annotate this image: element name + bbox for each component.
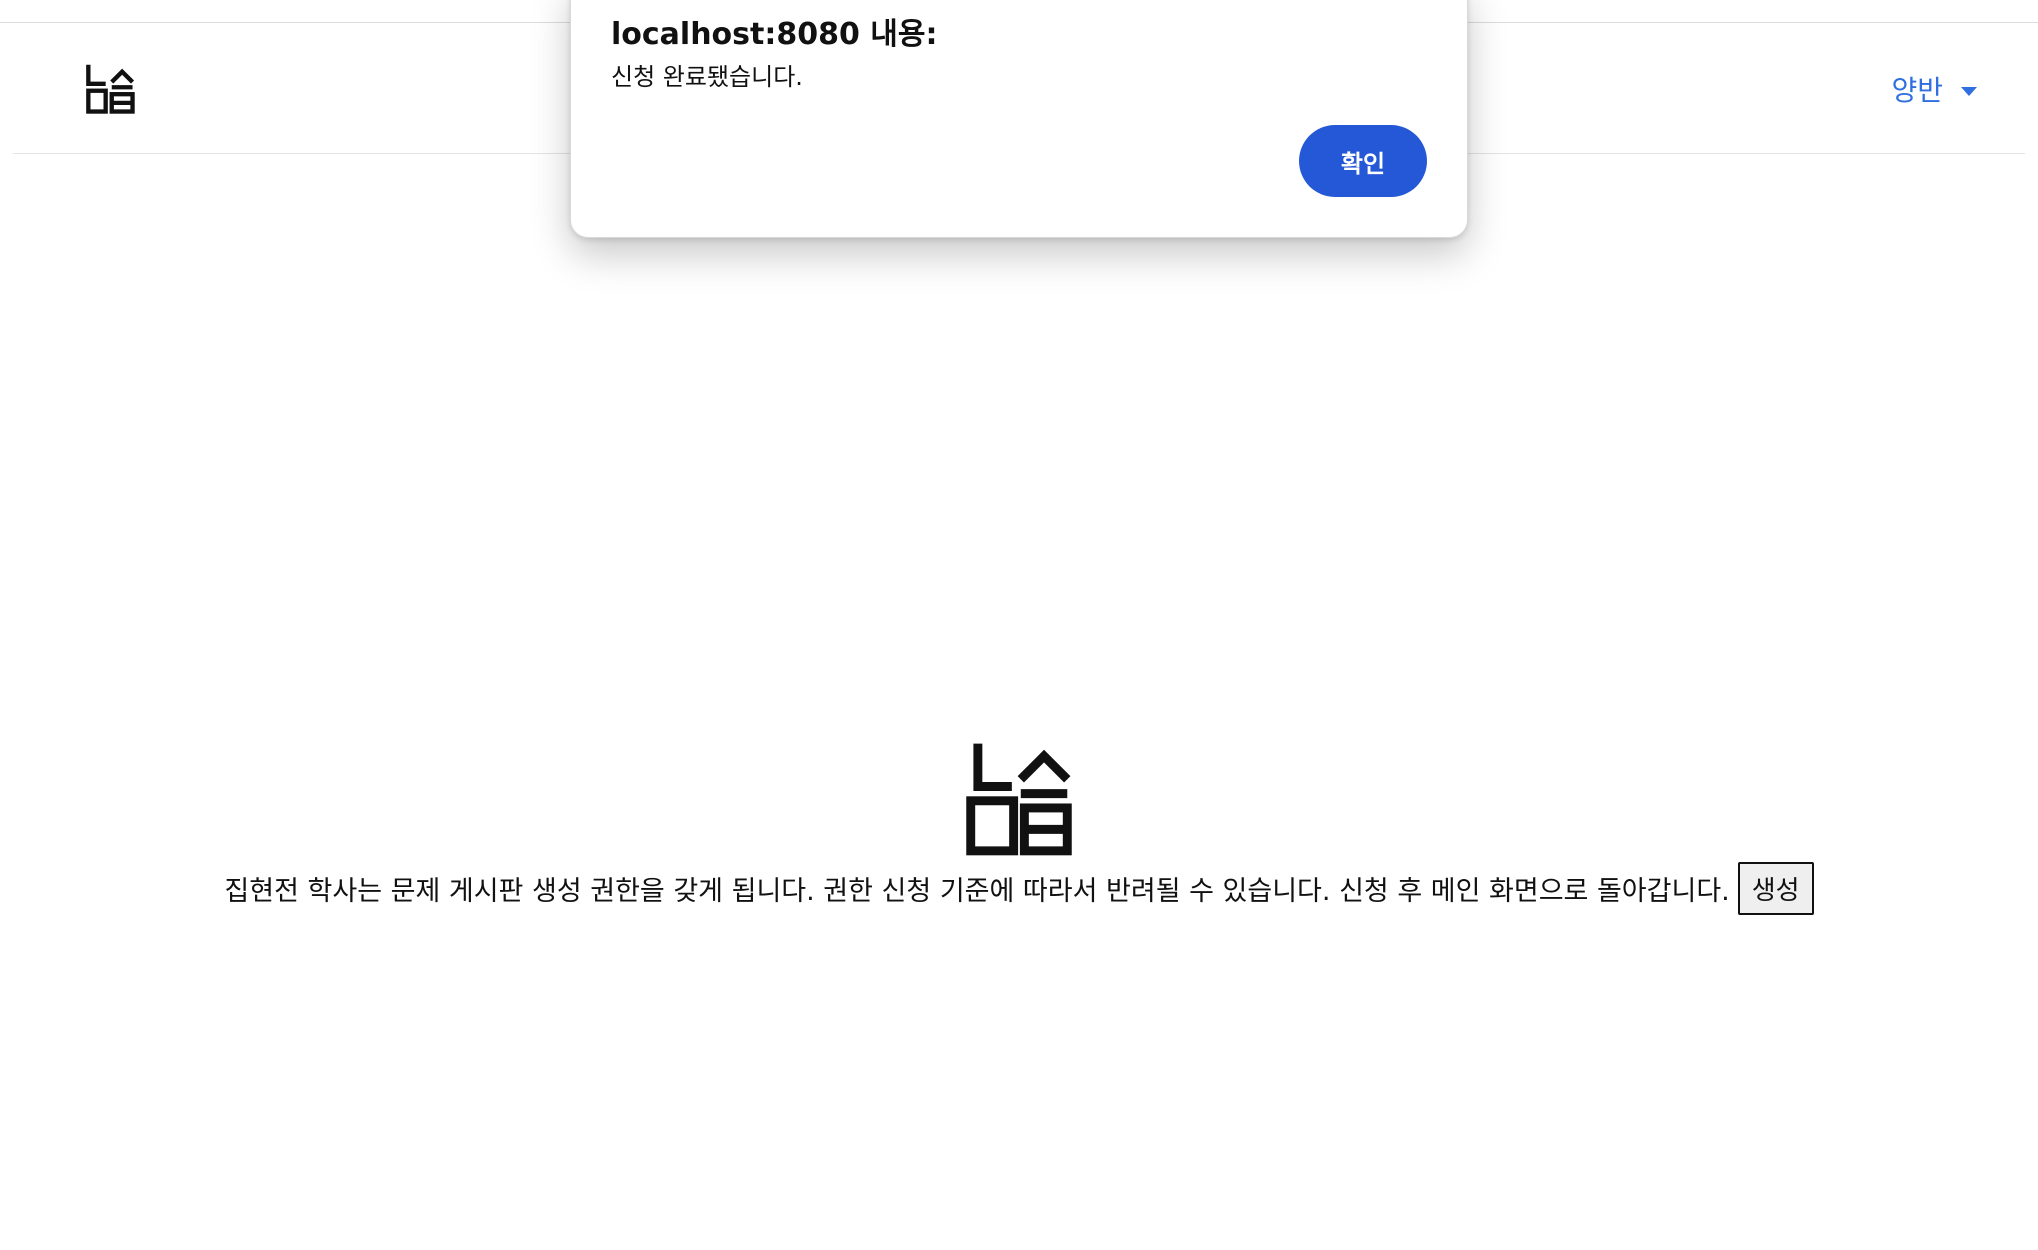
dialog-title: localhost:8080 내용: xyxy=(611,17,938,52)
user-menu-dropdown[interactable]: 양반 xyxy=(1891,69,1977,109)
main-logo-icon xyxy=(966,743,1072,856)
site-logo-icon[interactable] xyxy=(81,63,139,115)
ok-button[interactable]: 확인 xyxy=(1299,125,1427,197)
alert-dialog: localhost:8080 내용: 신청 완료됐습니다. 확인 xyxy=(570,0,1468,238)
chevron-down-icon xyxy=(1961,86,1977,96)
permission-description: 집현전 학사는 문제 게시판 생성 권한을 갖게 됩니다. 권한 신청 기준에 … xyxy=(224,876,1730,907)
create-button[interactable]: 생성 xyxy=(1737,862,1814,915)
user-menu-label: 양반 xyxy=(1891,74,1943,107)
permission-description-row: 집현전 학사는 문제 게시판 생성 권한을 갖게 됩니다. 권한 신청 기준에 … xyxy=(224,862,1814,915)
main-content: 집현전 학사는 문제 게시판 생성 권한을 갖게 됩니다. 권한 신청 기준에 … xyxy=(0,740,2038,915)
dialog-message: 신청 완료됐습니다. xyxy=(611,63,803,91)
